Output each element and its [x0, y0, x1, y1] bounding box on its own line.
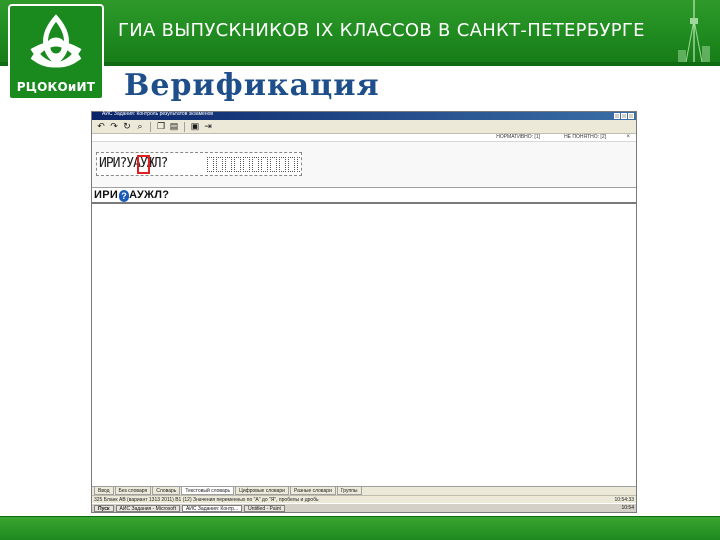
trinity-knot-icon — [30, 14, 82, 68]
windows-taskbar: Пуск АИС Задания - Microsoft АИС Задания… — [92, 503, 636, 512]
slide-subtitle: Верификация — [124, 68, 380, 103]
recognized-answer-field[interactable]: ИРИ АУЖЛ? ? — [92, 188, 636, 204]
tab-digit-dictionaries[interactable]: Цифровые словари — [235, 487, 289, 495]
taskbar-item[interactable]: Untitled - Paint — [244, 504, 285, 512]
status-normative: НОРМАТИВНО: [1] — [496, 134, 540, 140]
minimize-button[interactable] — [614, 113, 620, 119]
tab-misc-dictionaries[interactable]: Разные словари — [289, 487, 336, 495]
app-window: АИС Задания: Контроль результатов экзаме… — [91, 111, 637, 513]
banner-stripe — [0, 62, 720, 66]
verification-status-line: НОРМАТИВНО: [1] НЕ ПОНЯТНО: [2] × — [92, 134, 636, 142]
tab-input[interactable]: Ввод — [94, 487, 114, 495]
empty-answer-cells — [207, 157, 301, 172]
scanned-answer-image: ИРИ?УАУЖЛ? — [96, 152, 302, 176]
copy-icon[interactable]: ❐ — [156, 122, 166, 132]
dictionary-tabs: Ввод Без словаря Словарь Текстовый слова… — [92, 486, 636, 495]
tab-text-dictionary[interactable]: Текстовый словарь — [181, 487, 235, 495]
save-icon[interactable]: ▣ — [190, 122, 200, 132]
app-titlebar: АИС Задания: Контроль результатов экзаме… — [92, 111, 636, 120]
unrecognized-char-marker[interactable]: ? — [119, 190, 129, 202]
close-button[interactable] — [628, 113, 634, 119]
app-status-bar: 325 Бланк АВ (вариант 1313 2011) В1 (12)… — [92, 495, 636, 503]
app-window-title: АИС Задания: Контроль результатов экзаме… — [102, 111, 214, 117]
tv-tower-icon — [678, 0, 710, 62]
search-icon[interactable]: ⌕ — [135, 122, 145, 132]
recognized-text: ИРИ АУЖЛ? — [94, 189, 169, 201]
paste-icon[interactable]: ▤ — [169, 122, 179, 132]
tab-no-dictionary[interactable]: Без словаря — [114, 487, 152, 495]
toolbar-separator — [150, 121, 151, 132]
start-button[interactable]: Пуск — [94, 504, 114, 512]
recognized-text-before: ИРИ — [94, 189, 119, 201]
workspace-area — [92, 204, 636, 486]
scanned-handwriting: ИРИ?УАУЖЛ? — [99, 156, 168, 171]
undo-icon[interactable]: ↶ — [96, 122, 106, 132]
scan-image-area: ИРИ?УАУЖЛ? — [92, 142, 636, 188]
taskbar-clock: 10:54 — [621, 505, 634, 511]
status-unclear: НЕ ПОНЯТНО: [2] — [564, 134, 606, 140]
recognized-text-after: АУЖЛ? — [129, 189, 170, 201]
app-toolbar: ↶ ↷ ↻ ⌕ ❐ ▤ ▣ ⇥ — [92, 120, 636, 134]
maximize-button[interactable] — [621, 113, 627, 119]
redo-icon[interactable]: ↷ — [109, 122, 119, 132]
close-panel-icon[interactable]: × — [626, 134, 630, 140]
tab-dictionary[interactable]: Словарь — [152, 487, 181, 495]
refresh-icon[interactable]: ↻ — [122, 122, 132, 132]
tab-groups[interactable]: Группы — [336, 487, 362, 495]
exit-icon[interactable]: ⇥ — [203, 122, 213, 132]
slide-footer-strip — [0, 516, 720, 540]
toolbar-separator — [184, 121, 185, 132]
current-character-highlight — [137, 155, 150, 174]
slide-title: ГИА ВЫПУСКНИКОВ IX КЛАССОВ В САНКТ-ПЕТЕР… — [118, 20, 645, 41]
window-controls — [614, 113, 634, 119]
logo-text: РЦОКОиИТ — [16, 80, 96, 94]
logo: РЦОКОиИТ — [8, 4, 104, 100]
slide-header-banner: ГИА ВЫПУСКНИКОВ IX КЛАССОВ В САНКТ-ПЕТЕР… — [0, 0, 720, 66]
taskbar-item[interactable]: АИС Задания - Microsoft — [115, 504, 180, 512]
taskbar-item[interactable]: АИС Задания: Контр... — [181, 504, 243, 512]
